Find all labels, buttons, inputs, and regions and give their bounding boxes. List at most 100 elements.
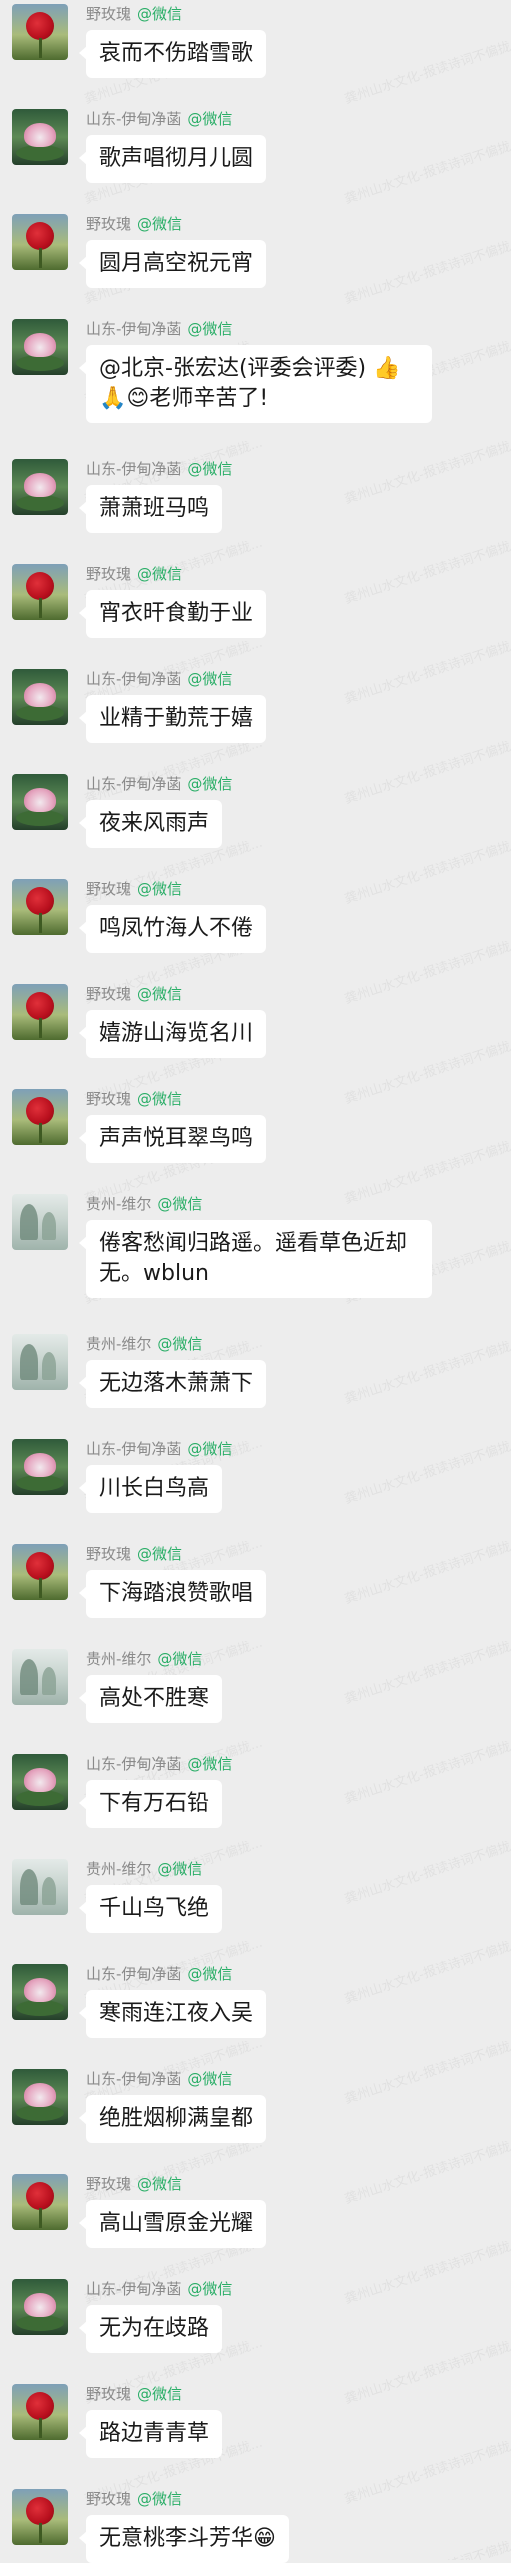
message-bubble[interactable]: 业精于勤荒于嬉 (78, 695, 267, 743)
channel-tag: @微信 (187, 670, 233, 688)
watermark-text: 龚州山水文化-报读诗词不偏拢... (342, 2435, 511, 2508)
message-bubble[interactable]: 歌声唱彻月儿圆 (78, 135, 267, 183)
sender-name: 野玫瑰 @微信 (86, 2173, 182, 2194)
avatar[interactable] (12, 2489, 68, 2545)
sender-name: 野玫瑰 @微信 (86, 1543, 182, 1564)
watermark-text: 龚州山水文化-报读诗词不偏拢... (82, 2135, 265, 2208)
channel-tag: @微信 (187, 1755, 233, 1773)
message-bubble[interactable]: 寒雨连江夜入吴 (78, 1990, 267, 2038)
sender-label: 野玫瑰 (86, 2175, 132, 2193)
message-bubble[interactable]: 千山鸟飞绝 (78, 1885, 223, 1933)
message-bubble[interactable]: 高山雪原金光耀 (78, 2200, 267, 2248)
sender-name: 山东-伊甸净菡 @微信 (86, 458, 232, 479)
avatar[interactable] (12, 564, 68, 620)
avatar[interactable] (12, 2384, 68, 2440)
avatar[interactable] (12, 984, 68, 1040)
watermark-text: 龚州山水文化-报读诗词不偏拢... (342, 235, 511, 308)
sender-label: 山东-伊甸净菡 (86, 1755, 182, 1773)
watermark-text: 龚州山水文化-报读诗词不偏拢... (342, 1135, 511, 1208)
watermark-text: 龚州山水文化-报读诗词不偏拢... (342, 2135, 511, 2208)
avatar[interactable] (12, 1089, 68, 1145)
avatar[interactable] (12, 1194, 68, 1250)
sender-label: 野玫瑰 (86, 215, 132, 233)
avatar[interactable] (12, 1754, 68, 1810)
channel-tag: @微信 (137, 2490, 183, 2508)
sender-label: 山东-伊甸净菡 (86, 1440, 182, 1458)
sender-name: 野玫瑰 @微信 (86, 563, 182, 584)
watermark-text: 龚州山水文化-报读诗词不偏拢... (342, 1435, 511, 1508)
watermark-text: 龚州山水文化-报读诗词不偏拢... (342, 2235, 511, 2308)
sender-label: 野玫瑰 (86, 880, 132, 898)
sender-label: 野玫瑰 (86, 1090, 132, 1108)
message-bubble[interactable]: 川长白鸟高 (78, 1465, 223, 1513)
message-bubble[interactable]: 圆月高空祝元宵 (78, 240, 267, 288)
watermark-text: 龚州山水文化-报读诗词不偏拢... (342, 835, 511, 908)
sender-name: 野玫瑰 @微信 (86, 983, 182, 1004)
sender-name: 贵州-维尔 @微信 (86, 1193, 202, 1214)
sender-label: 山东-伊甸净菡 (86, 2070, 182, 2088)
sender-name: 贵州-维尔 @微信 (86, 1648, 202, 1669)
message-bubble[interactable]: 夜来风雨声 (78, 800, 223, 848)
watermark-text: 龚州山水文化-报读诗词不偏拢... (342, 1735, 511, 1808)
channel-tag: @微信 (157, 1195, 203, 1213)
message-bubble[interactable]: 萧萧班马鸣 (78, 485, 223, 533)
avatar[interactable] (12, 1334, 68, 1390)
avatar[interactable] (12, 2069, 68, 2125)
message-bubble[interactable]: 声声悦耳翠鸟鸣 (78, 1115, 267, 1163)
message-bubble[interactable]: 鸣凤竹海人不倦 (78, 905, 267, 953)
sender-name: 山东-伊甸净菡 @微信 (86, 318, 232, 339)
avatar[interactable] (12, 879, 68, 935)
avatar[interactable] (12, 1859, 68, 1915)
message-bubble[interactable]: 宵衣旰食勤于业 (78, 590, 267, 638)
message-bubble[interactable]: 无意桃李斗芳华😁 (79, 2515, 289, 2563)
message-bubble[interactable]: 哀而不伤踏雪歌 (78, 30, 267, 78)
avatar[interactable] (12, 319, 68, 375)
watermark-text: 龚州山水文化-报读诗词不偏拢... (82, 735, 265, 808)
message-bubble[interactable]: 无为在歧路 (78, 2305, 223, 2353)
avatar[interactable] (12, 4, 68, 60)
message-bubble[interactable]: 嬉游山海览名川 (78, 1010, 267, 1058)
avatar[interactable] (12, 1649, 68, 1705)
message-bubble[interactable]: 下有万石铅 (78, 1780, 223, 1828)
channel-tag: @微信 (187, 1965, 233, 1983)
message-bubble[interactable]: 绝胜烟柳满皇都 (78, 2095, 267, 2143)
message-bubble[interactable]: 路边青青草 (78, 2410, 223, 2458)
sender-label: 山东-伊甸净菡 (86, 775, 182, 793)
sender-name: 野玫瑰 @微信 (86, 2488, 182, 2509)
watermark-text: 龚州山水文化-报读诗词不偏拢... (342, 635, 511, 708)
sender-name: 山东-伊甸净菡 @微信 (86, 2278, 232, 2299)
sender-name: 山东-伊甸净菡 @微信 (86, 668, 232, 689)
sender-label: 野玫瑰 (86, 985, 132, 1003)
sender-label: 山东-伊甸净菡 (86, 320, 182, 338)
channel-tag: @微信 (187, 320, 233, 338)
message-bubble[interactable]: 下海踏浪赞歌唱 (78, 1570, 267, 1618)
sender-name: 山东-伊甸净菡 @微信 (86, 2068, 232, 2089)
watermark-text: 龚州山水文化-报读诗词不偏拢... (342, 435, 511, 508)
sender-label: 山东-伊甸净菡 (86, 1965, 182, 1983)
watermark-text: 龚州山水文化-报读诗词不偏拢... (342, 1935, 511, 2008)
avatar[interactable] (12, 2174, 68, 2230)
message-bubble[interactable]: 倦客愁闻归路遥。遥看草色近却无。wblun (79, 1220, 432, 1298)
channel-tag: @微信 (137, 1090, 183, 1108)
avatar[interactable] (12, 1544, 68, 1600)
avatar[interactable] (12, 774, 68, 830)
watermark-text: 龚州山水文化-报读诗词不偏拢... (342, 35, 511, 108)
channel-tag: @微信 (137, 880, 183, 898)
sender-name: 贵州-维尔 @微信 (86, 1333, 202, 1354)
watermark-text: 龚州山水文化-报读诗词不偏拢... (342, 1535, 511, 1608)
avatar[interactable] (12, 214, 68, 270)
channel-tag: @微信 (137, 5, 183, 23)
avatar[interactable] (12, 459, 68, 515)
sender-name: 山东-伊甸净菡 @微信 (86, 1438, 232, 1459)
avatar[interactable] (12, 109, 68, 165)
channel-tag: @微信 (187, 460, 233, 478)
message-bubble[interactable]: 无边落木萧萧下 (78, 1360, 267, 1408)
avatar[interactable] (12, 669, 68, 725)
avatar[interactable] (12, 1964, 68, 2020)
message-bubble[interactable]: @北京-张宏达(评委会评委) 👍🙏😊老师辛苦了! (79, 345, 432, 423)
channel-tag: @微信 (137, 565, 183, 583)
channel-tag: @微信 (137, 215, 183, 233)
avatar[interactable] (12, 2279, 68, 2335)
message-bubble[interactable]: 高处不胜寒 (78, 1675, 223, 1723)
avatar[interactable] (12, 1439, 68, 1495)
